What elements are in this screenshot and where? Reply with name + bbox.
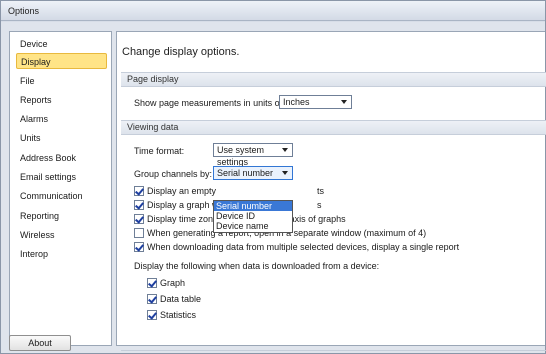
checkbox-separate-window[interactable] <box>134 228 144 238</box>
sidebar-item-email-settings[interactable]: Email settings <box>16 169 107 185</box>
dropdown-option-device-id[interactable]: Device ID <box>214 211 292 221</box>
checkbox-single-report[interactable] <box>134 242 144 252</box>
checkbox-graph[interactable] <box>147 278 157 288</box>
sidebar-item-display[interactable]: Display <box>16 53 107 69</box>
units-select-value: Inches <box>283 97 310 107</box>
about-button[interactable]: About <box>9 335 71 351</box>
sidebar-item-device[interactable]: Device <box>16 36 107 52</box>
time-format-label: Time format: <box>134 146 185 156</box>
window-title: Options <box>8 6 40 16</box>
chevron-down-icon <box>282 171 288 175</box>
group-channels-dropdown-list: Serial number Device ID Device name <box>213 200 293 233</box>
checkbox-statistics-label: Statistics <box>160 310 197 320</box>
checkbox-single-report-label: When downloading data from multiple sele… <box>147 242 460 252</box>
checkbox-time-zone[interactable] <box>134 214 144 224</box>
sidebar: Device Display File Reports Alarms Units… <box>9 31 112 346</box>
group-channels-select-value: Serial number <box>217 168 274 178</box>
window-body: Device Display File Reports Alarms Units… <box>1 22 546 353</box>
page-title: Change display options. <box>122 46 240 58</box>
checkbox-display-empty-label: Display an empty <box>147 186 217 196</box>
time-format-select-value: Use system settings <box>217 145 265 167</box>
chevron-down-icon <box>341 100 347 104</box>
section-divider <box>121 350 546 351</box>
download-display-label: Display the following when data is downl… <box>134 261 380 271</box>
checkbox-statistics[interactable] <box>147 310 157 320</box>
section-header-viewing-data: Viewing data <box>121 120 546 135</box>
section-header-page-display: Page display <box>121 72 546 87</box>
title-bar[interactable]: Options <box>1 1 545 21</box>
options-window: Options Device Display File Reports Alar… <box>0 0 546 354</box>
dropdown-option-device-name[interactable]: Device name <box>214 221 292 231</box>
sidebar-item-alarms[interactable]: Alarms <box>16 111 107 127</box>
checkbox-graph-label: Graph <box>160 278 186 288</box>
sidebar-item-wireless[interactable]: Wireless <box>16 227 107 243</box>
checkbox-display-graph[interactable] <box>134 200 144 210</box>
checkbox-data-table[interactable] <box>147 294 157 304</box>
group-channels-select[interactable]: Serial number <box>213 166 293 180</box>
checkbox-data-table-label: Data table <box>160 294 202 304</box>
checkbox-display-graph-label-suffix: s <box>317 200 322 210</box>
sidebar-item-reporting[interactable]: Reporting <box>16 208 107 224</box>
checkbox-display-empty-label-suffix: ts <box>317 186 325 196</box>
checkbox-display-empty[interactable] <box>134 186 144 196</box>
time-format-select[interactable]: Use system settings <box>213 143 293 167</box>
sidebar-item-reports[interactable]: Reports <box>16 92 107 108</box>
options-panel: Change display options. Page display Sho… <box>116 31 546 351</box>
sidebar-item-file[interactable]: File <box>16 73 107 89</box>
sidebar-item-interop[interactable]: Interop <box>16 246 107 262</box>
dropdown-option-serial-number[interactable]: Serial number <box>214 201 292 211</box>
sidebar-item-address-book[interactable]: Address Book <box>16 150 107 166</box>
units-select[interactable]: Inches <box>279 95 352 109</box>
chevron-down-icon <box>282 148 288 152</box>
checkbox-display-graph-label: Display a graph w <box>147 200 219 210</box>
units-label: Show page measurements in units of: <box>134 98 285 108</box>
sidebar-item-units[interactable]: Units <box>16 130 107 146</box>
sidebar-item-communication[interactable]: Communication <box>16 188 107 204</box>
group-channels-label: Group channels by: <box>134 169 213 179</box>
